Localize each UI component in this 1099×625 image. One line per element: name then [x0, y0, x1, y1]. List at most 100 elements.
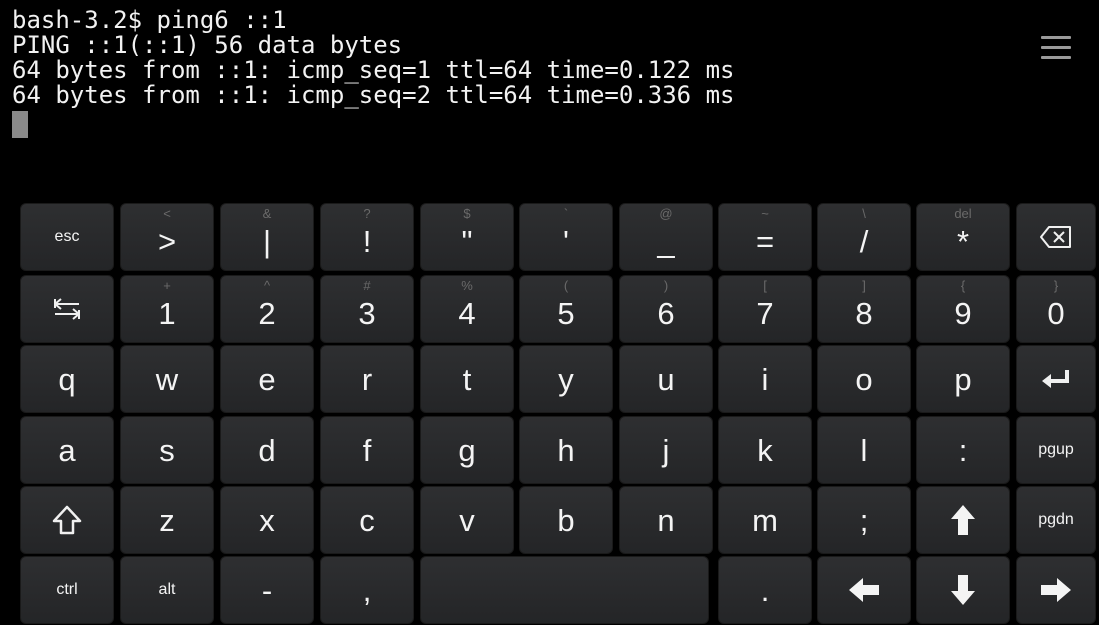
- key-a[interactable]: a: [20, 416, 114, 484]
- key-label: f: [362, 433, 372, 468]
- key-s[interactable]: s: [120, 416, 214, 484]
- key-v[interactable]: v: [420, 486, 514, 554]
- keyboard-row: a s d f g h j k l: pgup: [0, 416, 1099, 484]
- key-w[interactable]: w: [120, 345, 214, 413]
- key-0[interactable]: } 0: [1016, 275, 1096, 343]
- key-exclamation[interactable]: ?!: [320, 203, 414, 271]
- menu-icon[interactable]: [1041, 36, 1071, 60]
- keyboard-row: qwe r t yuiop: [0, 345, 1099, 413]
- key-greater-than[interactable]: < >: [120, 203, 214, 271]
- key-c[interactable]: c: [320, 486, 414, 554]
- keyboard-row: ctrl alt -,.: [0, 556, 1099, 624]
- key-slash[interactable]: \ /: [817, 203, 911, 271]
- key-3[interactable]: #3: [320, 275, 414, 343]
- key-esc[interactable]: esc: [20, 203, 114, 271]
- key-r[interactable]: r: [320, 345, 414, 413]
- key-x[interactable]: x: [220, 486, 314, 554]
- key-label: d: [258, 433, 276, 468]
- key-alt-label: &: [262, 206, 272, 221]
- key-alt-label: {: [960, 278, 966, 293]
- key-alt-label: ~: [761, 206, 769, 221]
- key-i[interactable]: i: [718, 345, 812, 413]
- terminal-cursor: [12, 111, 28, 138]
- key-pgdn[interactable]: pgdn: [1016, 486, 1096, 554]
- key-n[interactable]: n: [619, 486, 713, 554]
- key-label: >: [157, 224, 177, 259]
- key-alt-label: [: [763, 278, 767, 293]
- key-alt-label: ): [663, 278, 669, 293]
- key-h[interactable]: h: [519, 416, 613, 484]
- key-m[interactable]: m: [718, 486, 812, 554]
- key-label: 1: [158, 296, 176, 331]
- key-tab[interactable]: [20, 275, 114, 343]
- key-label: k: [757, 433, 773, 468]
- key-period[interactable]: .: [718, 556, 812, 624]
- keyboard-row: esc < > & |?! $ " ` ' @ _ ~ = \ / del *: [0, 203, 1099, 271]
- key-d[interactable]: d: [220, 416, 314, 484]
- key-l[interactable]: l: [817, 416, 911, 484]
- terminal-line: bash-3.2$ ping6 ::1: [12, 6, 287, 34]
- key-8[interactable]: ] 8: [817, 275, 911, 343]
- key-backspace[interactable]: [1016, 203, 1096, 271]
- key-alt[interactable]: alt: [120, 556, 214, 624]
- key-j[interactable]: j: [619, 416, 713, 484]
- key-t[interactable]: t: [420, 345, 514, 413]
- key-shift[interactable]: [20, 486, 114, 554]
- key-label: 9: [954, 296, 972, 331]
- key-equals[interactable]: ~ =: [718, 203, 812, 271]
- key-double-quote[interactable]: $ ": [420, 203, 514, 271]
- key-arrow-right[interactable]: [1016, 556, 1096, 624]
- key-label: 3: [358, 296, 376, 331]
- key-minus[interactable]: -: [220, 556, 314, 624]
- key-4[interactable]: % 4: [420, 275, 514, 343]
- key-label: r: [361, 362, 373, 397]
- key-arrow-down[interactable]: [916, 556, 1010, 624]
- key-q[interactable]: q: [20, 345, 114, 413]
- key-pipe[interactable]: & |: [220, 203, 314, 271]
- key-arrow-up[interactable]: [916, 486, 1010, 554]
- key-underscore[interactable]: @ _: [619, 203, 713, 271]
- key-label: esc: [54, 228, 80, 245]
- terminal-output[interactable]: bash-3.2$ ping6 ::1 PING ::1(::1) 56 dat…: [0, 0, 1099, 196]
- key-label: x: [259, 503, 275, 538]
- key-arrow-left[interactable]: [817, 556, 911, 624]
- key-p[interactable]: p: [916, 345, 1010, 413]
- key-ctrl[interactable]: ctrl: [20, 556, 114, 624]
- key-f[interactable]: f: [320, 416, 414, 484]
- key-z[interactable]: z: [120, 486, 214, 554]
- key-colon[interactable]: :: [916, 416, 1010, 484]
- terminal-line: 64 bytes from ::1: icmp_seq=2 ttl=64 tim…: [12, 81, 735, 109]
- space-key[interactable]: [420, 556, 709, 624]
- key-5[interactable]: (5: [519, 275, 613, 343]
- key-9[interactable]: {9: [916, 275, 1010, 343]
- key-2[interactable]: ^ 2: [220, 275, 314, 343]
- key-1[interactable]: +1: [120, 275, 214, 343]
- key-label: ;: [859, 503, 869, 538]
- key-u[interactable]: u: [619, 345, 713, 413]
- key-enter[interactable]: [1016, 345, 1096, 413]
- key-label: !: [362, 224, 372, 259]
- key-alt-label: `: [563, 206, 569, 221]
- key-comma[interactable]: ,: [320, 556, 414, 624]
- key-label: ctrl: [56, 581, 78, 598]
- key-asterisk[interactable]: del *: [916, 203, 1010, 271]
- key-k[interactable]: k: [718, 416, 812, 484]
- key-alt-label: #: [363, 278, 371, 293]
- key-label: -: [261, 573, 273, 608]
- key-alt-label: }: [1053, 278, 1059, 293]
- key-6[interactable]: ) 6: [619, 275, 713, 343]
- key-o[interactable]: o: [817, 345, 911, 413]
- key-alt-label: del: [954, 206, 972, 221]
- key-b[interactable]: b: [519, 486, 613, 554]
- key-label: 5: [557, 296, 575, 331]
- key-semicolon[interactable]: ;: [817, 486, 911, 554]
- key-e[interactable]: e: [220, 345, 314, 413]
- key-y[interactable]: y: [519, 345, 613, 413]
- key-7[interactable]: [7: [718, 275, 812, 343]
- key-label: t: [462, 362, 472, 397]
- key-g[interactable]: g: [420, 416, 514, 484]
- key-pgup[interactable]: pgup: [1016, 416, 1096, 484]
- key-single-quote[interactable]: ` ': [519, 203, 613, 271]
- key-label: |: [262, 224, 272, 259]
- key-alt-label: ]: [862, 278, 866, 293]
